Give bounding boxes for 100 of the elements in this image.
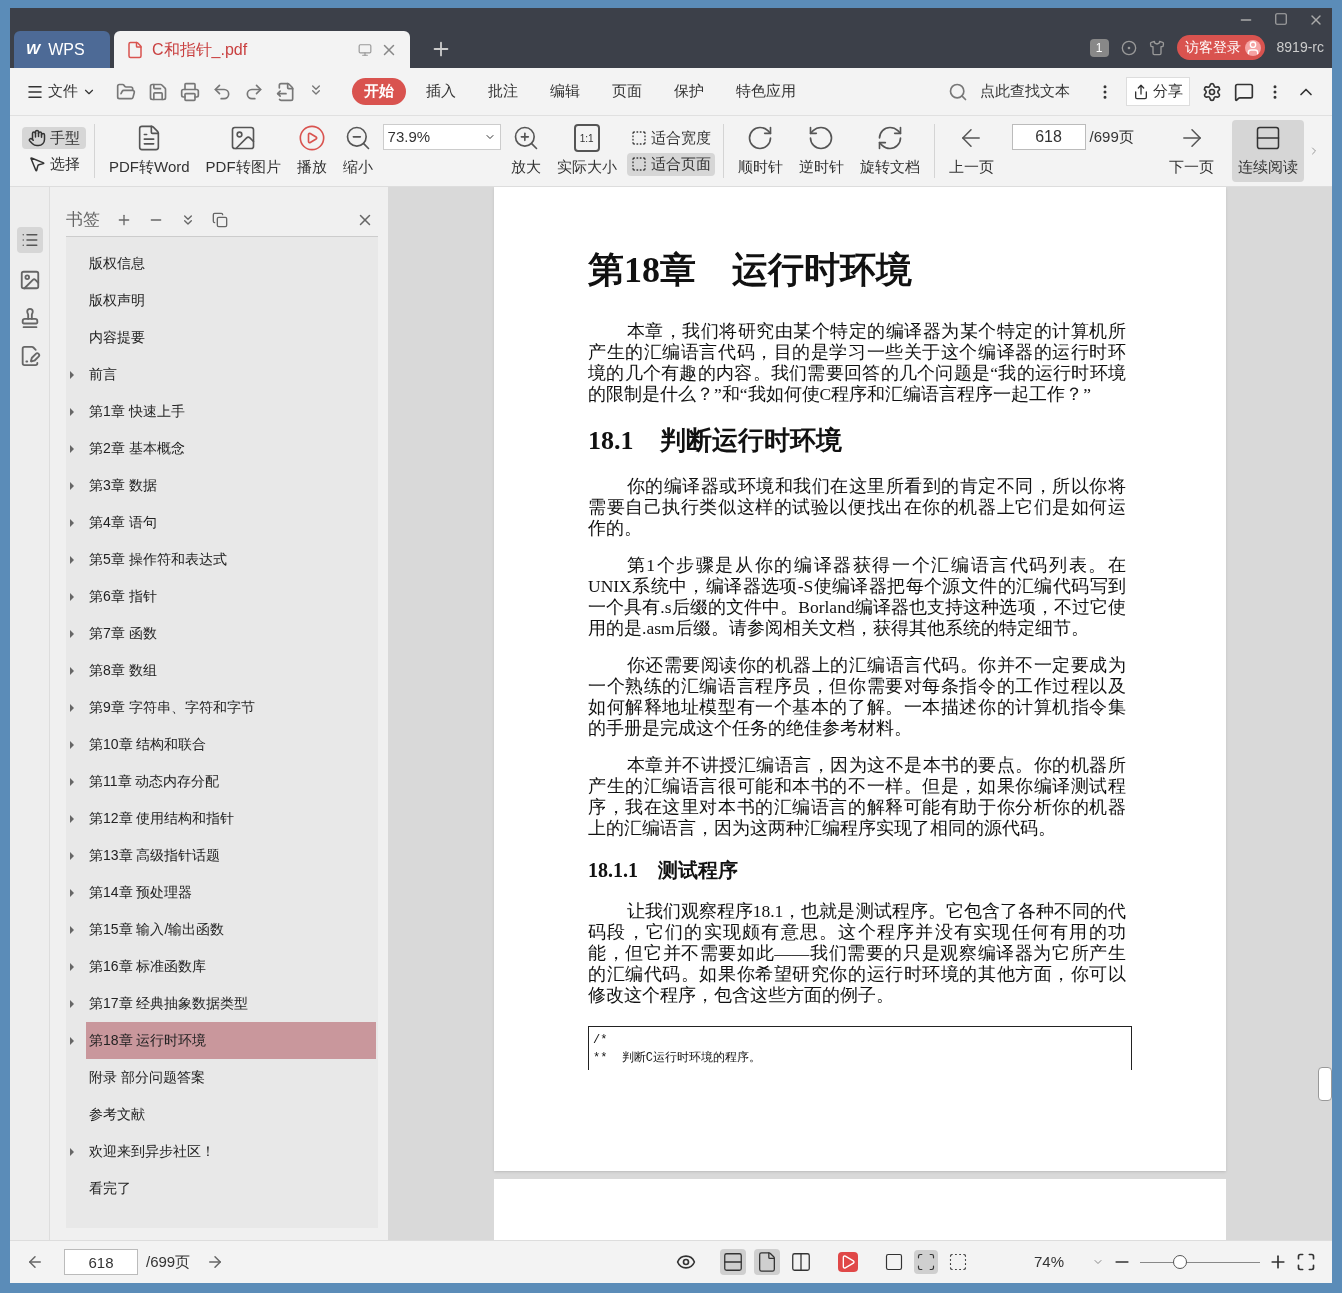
bookmark-item[interactable]: 第3章 数据	[86, 467, 376, 504]
expand-arrow-icon[interactable]	[70, 518, 74, 527]
toolbar-button[interactable]: 缩小	[336, 120, 379, 182]
bookmark-item[interactable]: 看完了	[86, 1170, 376, 1207]
toolbar-button[interactable]: 播放	[290, 120, 333, 182]
play-icon[interactable]	[838, 1252, 858, 1272]
fit-button[interactable]: 适合宽度	[626, 126, 715, 149]
previous-page-icon[interactable]	[26, 1253, 44, 1271]
expand-arrow-icon[interactable]	[70, 592, 74, 601]
ribbon-tab[interactable]: 特色应用	[724, 78, 808, 105]
expand-arrow-icon[interactable]	[70, 481, 74, 490]
bookmark-item[interactable]: 前言	[86, 356, 376, 393]
login-button[interactable]: 访客登录	[1176, 35, 1265, 60]
expand-arrow-icon[interactable]	[70, 888, 74, 897]
zoom-slider-thumb[interactable]	[1172, 1255, 1187, 1269]
bookmark-item[interactable]: 欢迎来到异步社区！	[86, 1133, 376, 1170]
bookmark-item[interactable]: 第6章 指针	[86, 578, 376, 615]
fullscreen-icon[interactable]	[1296, 1252, 1316, 1272]
toolbar-button[interactable]: PDF转Word	[103, 120, 196, 182]
expand-arrow-icon[interactable]	[70, 999, 74, 1008]
expand-arrow-icon[interactable]	[70, 1036, 74, 1045]
bookmark-item[interactable]: 第8章 数组	[86, 652, 376, 689]
mode-button[interactable]: 手型	[22, 126, 86, 149]
page-input[interactable]: 618	[1011, 124, 1086, 150]
bookmark-item[interactable]: 第1章 快速上手	[86, 393, 376, 430]
ribbon-tab[interactable]: 保护	[662, 78, 716, 105]
next-page-button[interactable]: 下一页	[1163, 120, 1220, 182]
bookmark-item[interactable]: 第10章 结构和联合	[86, 726, 376, 763]
view-mode-button[interactable]	[720, 1249, 746, 1275]
toolbar-button[interactable]: 顺时针	[731, 120, 789, 182]
expand-arrow-icon[interactable]	[70, 740, 74, 749]
share-button[interactable]: 分享	[1126, 77, 1190, 106]
bookmark-item[interactable]: 第17章 经典抽象数据类型	[86, 985, 376, 1022]
scrollbar-thumb[interactable]	[1318, 1067, 1332, 1101]
bookmark-item[interactable]: 第4章 语句	[86, 504, 376, 541]
bookmark-copy-icon[interactable]	[212, 211, 228, 228]
open-folder-icon[interactable]	[116, 81, 136, 102]
bookmark-item[interactable]: 版权信息	[86, 245, 376, 282]
expand-arrow-icon[interactable]	[70, 666, 74, 675]
redo-icon[interactable]	[244, 81, 264, 102]
expand-arrow-icon[interactable]	[70, 370, 74, 379]
search-field[interactable]: 点此查找文本	[980, 80, 1084, 103]
settings-icon[interactable]	[1202, 81, 1222, 102]
expand-arrow-icon[interactable]	[70, 851, 74, 860]
bookmark-item[interactable]: 第7章 函数	[86, 615, 376, 652]
ribbon-tab[interactable]: 开始	[352, 78, 406, 105]
ribbon-tab[interactable]: 页面	[600, 78, 654, 105]
bookmark-item[interactable]: 第13章 高级指针话题	[86, 837, 376, 874]
previous-page-button[interactable]: 上一页	[942, 120, 1000, 182]
maximize-icon[interactable]	[1274, 12, 1288, 26]
expand-arrow-icon[interactable]	[70, 444, 74, 453]
fit-button[interactable]: 适合页面	[626, 153, 715, 176]
fit-mode-button[interactable]	[914, 1250, 938, 1274]
bookmark-item[interactable]: 第18章 运行时环境	[86, 1022, 376, 1059]
ribbon-tab[interactable]: 插入	[414, 78, 468, 105]
bookmark-item[interactable]: 第14章 预处理器	[86, 874, 376, 911]
bookmark-item[interactable]: 第15章 输入/输出函数	[86, 911, 376, 948]
expand-arrow-icon[interactable]	[70, 1147, 74, 1156]
eye-icon[interactable]	[676, 1252, 696, 1272]
bookmark-item[interactable]: 第12章 使用结构和指针	[86, 800, 376, 837]
bookmark-list-icon[interactable]	[16, 227, 43, 253]
save-icon[interactable]	[148, 81, 168, 102]
status-page-input[interactable]: 618	[64, 1249, 138, 1275]
shirt-icon[interactable]	[1148, 39, 1165, 56]
expand-arrow-icon[interactable]	[70, 555, 74, 564]
ribbon-tab[interactable]: 编辑	[538, 78, 592, 105]
bookmark-item[interactable]: 第9章 字符串、字符和字节	[86, 689, 376, 726]
expand-arrow-icon[interactable]	[70, 925, 74, 934]
zoom-select[interactable]: 73.9%	[382, 124, 501, 150]
zoom-slider[interactable]	[1140, 1254, 1260, 1270]
ribbon-tab[interactable]: 批注	[476, 78, 530, 105]
expand-arrow-icon[interactable]	[70, 777, 74, 786]
file-menu[interactable]: 文件	[26, 80, 96, 103]
toolbar-button[interactable]: 放大	[504, 120, 547, 182]
toolbar-button[interactable]: 1:1 实际大小	[550, 120, 623, 182]
document-tab[interactable]: C和指针_.pdf	[114, 31, 410, 68]
bookmark-item[interactable]: 第16章 标准函数库	[86, 948, 376, 985]
bookmark-item[interactable]: 第11章 动态内存分配	[86, 763, 376, 800]
expand-arrow-icon[interactable]	[70, 814, 74, 823]
window-count-badge[interactable]: 1	[1089, 38, 1109, 57]
toolbar-button[interactable]: 逆时针	[792, 120, 850, 182]
expand-arrow-icon[interactable]	[70, 962, 74, 971]
mode-button[interactable]: 选择	[22, 153, 86, 176]
bookmark-item[interactable]: 第5章 操作符和表达式	[86, 541, 376, 578]
undo-icon[interactable]	[212, 81, 232, 102]
toolbar-button[interactable]: PDF转图片	[199, 120, 287, 182]
thumbnail-icon[interactable]	[18, 269, 41, 291]
comment-icon[interactable]	[1234, 81, 1254, 102]
print-icon[interactable]	[180, 81, 200, 102]
bookmark-item[interactable]: 内容提要	[86, 319, 376, 356]
expand-arrow-icon[interactable]	[70, 407, 74, 416]
expand-arrow-icon[interactable]	[70, 629, 74, 638]
bookmark-item[interactable]: 第2章 基本概念	[86, 430, 376, 467]
view-mode-button[interactable]	[754, 1249, 780, 1275]
document-tab[interactable]: W WPS	[14, 31, 110, 68]
toolbar-button[interactable]: 旋转文档	[853, 120, 926, 182]
continuous-read-button[interactable]: 连续阅读	[1232, 120, 1304, 182]
bookmark-item[interactable]: 参考文献	[86, 1096, 376, 1133]
export-icon[interactable]	[276, 81, 296, 102]
expand-arrow-icon[interactable]	[70, 703, 74, 712]
